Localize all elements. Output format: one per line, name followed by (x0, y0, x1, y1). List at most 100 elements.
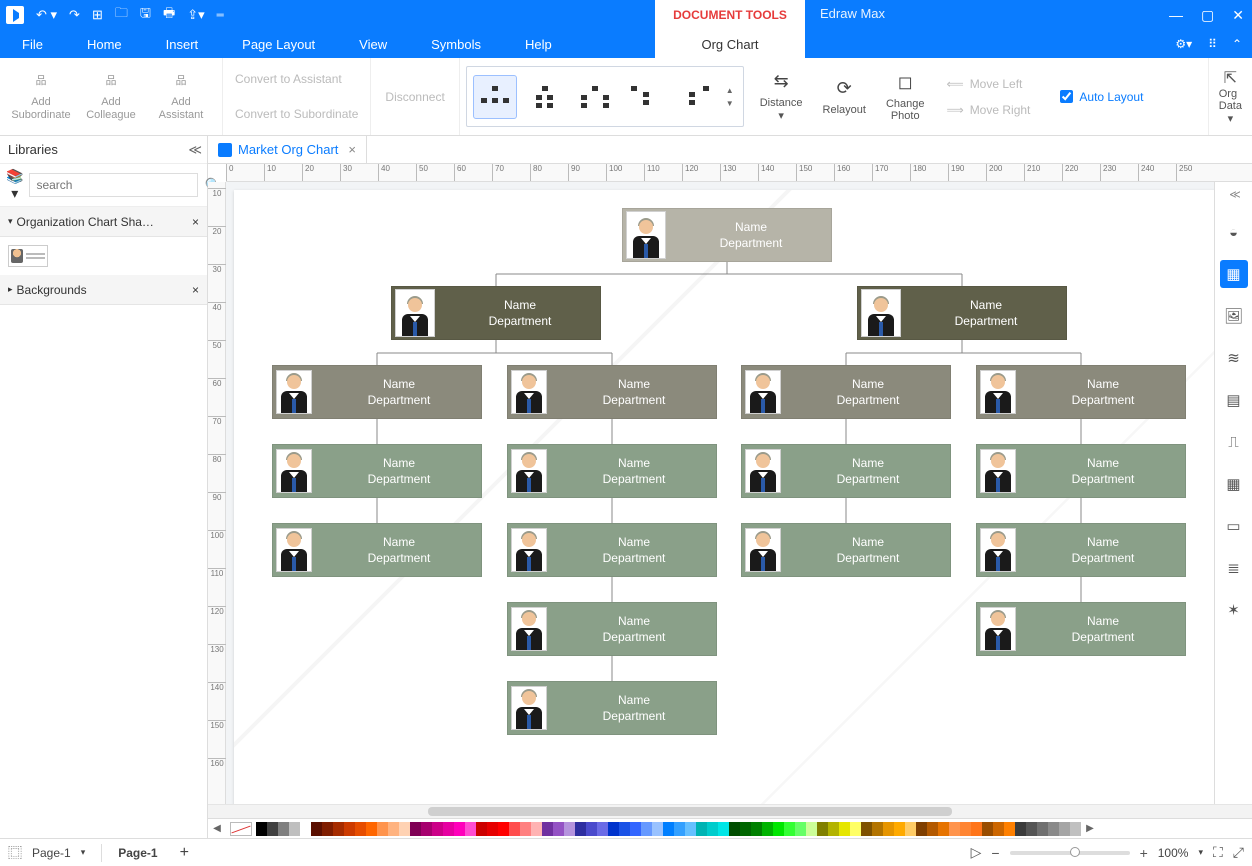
color-swatch[interactable] (520, 822, 531, 836)
chart-panel-icon[interactable]: ⎍ (1220, 428, 1248, 456)
color-swatch[interactable] (872, 822, 883, 836)
open-icon[interactable]: 🗀 (115, 4, 128, 26)
color-swatch[interactable] (267, 822, 278, 836)
lib-section-org-shapes[interactable]: ▾Organization Chart Sha… × (0, 207, 207, 237)
color-swatch[interactable] (707, 822, 718, 836)
color-swatch[interactable] (828, 822, 839, 836)
org-shape-card[interactable] (8, 245, 48, 267)
canvas[interactable]: NameDepartment NameDepartment NameDepartme… (226, 182, 1214, 804)
color-swatch[interactable] (1048, 822, 1059, 836)
scrollbar-thumb[interactable] (428, 807, 952, 816)
color-swatch[interactable] (531, 822, 542, 836)
context-tab-org-chart[interactable]: Org Chart (655, 30, 805, 58)
theme-panel-icon[interactable]: ▦ (1220, 260, 1248, 288)
color-swatch[interactable] (718, 822, 729, 836)
color-swatch[interactable] (740, 822, 751, 836)
org-node[interactable]: NameDepartment (272, 444, 482, 498)
color-swatch[interactable] (608, 822, 619, 836)
color-swatch[interactable] (751, 822, 762, 836)
color-swatch[interactable] (993, 822, 1004, 836)
menu-view[interactable]: View (337, 37, 409, 52)
color-swatch[interactable] (982, 822, 993, 836)
fill-panel-icon[interactable]: ◒ (1220, 218, 1248, 246)
close-tab-icon[interactable]: × (348, 142, 356, 157)
gallery-scroll[interactable]: ▲▼ (723, 86, 737, 108)
add-subordinate-button[interactable]: 品Add Subordinate (6, 72, 76, 122)
align-panel-icon[interactable]: ≣ (1220, 554, 1248, 582)
undo-icon[interactable]: ↶ ▾ (36, 7, 57, 23)
colorbar-scroll-left[interactable]: ◀ (208, 823, 226, 834)
color-swatch[interactable] (509, 822, 520, 836)
layout-option-5[interactable] (673, 75, 717, 119)
color-swatch[interactable] (278, 822, 289, 836)
layers-panel-icon[interactable]: ≋ (1220, 344, 1248, 372)
expand-sidebar-icon[interactable]: ≪ (1229, 188, 1238, 204)
status-page-list[interactable]: Page-1 (32, 846, 71, 860)
color-swatch[interactable] (674, 822, 685, 836)
color-swatch[interactable] (619, 822, 630, 836)
menu-page-layout[interactable]: Page Layout (220, 37, 337, 52)
close-button[interactable]: ✕ (1232, 7, 1244, 24)
layout-option-1[interactable] (473, 75, 517, 119)
color-swatch[interactable] (586, 822, 597, 836)
org-node[interactable]: NameDepartment (976, 523, 1186, 577)
library-menu-icon[interactable]: 📚▾ (6, 168, 23, 202)
color-swatch[interactable] (597, 822, 608, 836)
menu-insert[interactable]: Insert (144, 37, 221, 52)
maximize-button[interactable]: ▢ (1201, 7, 1214, 24)
color-swatch[interactable] (564, 822, 575, 836)
image-panel-icon[interactable]: 🖼 (1220, 302, 1248, 330)
redo-icon[interactable]: ↷ (69, 7, 80, 23)
move-right-button[interactable]: ⟹Move Right (946, 103, 1030, 117)
color-swatch[interactable] (454, 822, 465, 836)
document-tab-market[interactable]: Market Org Chart × (208, 136, 367, 164)
org-node[interactable]: NameDepartment (741, 365, 951, 419)
color-swatch[interactable] (729, 822, 740, 836)
color-swatch[interactable] (938, 822, 949, 836)
org-node[interactable]: NameDepartment (507, 681, 717, 735)
colorbar-scroll-right[interactable]: ▶ (1081, 823, 1099, 834)
org-node[interactable]: NameDepartment (741, 444, 951, 498)
color-swatch[interactable] (476, 822, 487, 836)
zoom-value[interactable]: 100% (1158, 846, 1189, 860)
color-swatch[interactable] (377, 822, 388, 836)
color-swatch[interactable] (949, 822, 960, 836)
color-swatch[interactable] (399, 822, 410, 836)
color-swatch[interactable] (850, 822, 861, 836)
org-node[interactable]: NameDepartment (976, 365, 1186, 419)
org-node[interactable]: NameDepartment (272, 523, 482, 577)
add-page-button[interactable]: + (180, 844, 189, 862)
color-swatch[interactable] (1015, 822, 1026, 836)
color-swatch[interactable] (366, 822, 377, 836)
org-node[interactable]: NameDepartment (507, 523, 717, 577)
close-lib-section-icon[interactable]: × (192, 283, 199, 297)
color-swatch[interactable] (916, 822, 927, 836)
color-swatch[interactable] (300, 822, 311, 836)
auto-layout-check[interactable] (1060, 90, 1073, 103)
color-swatch[interactable] (652, 822, 663, 836)
org-node[interactable]: NameDepartment (976, 602, 1186, 656)
color-swatch[interactable] (498, 822, 509, 836)
color-swatch[interactable] (465, 822, 476, 836)
page[interactable]: NameDepartment NameDepartment NameDepartme… (234, 190, 1214, 804)
color-swatch[interactable] (905, 822, 916, 836)
color-swatch[interactable] (333, 822, 344, 836)
apps-icon[interactable]: ⠿ (1208, 37, 1216, 51)
export-icon[interactable]: ⇪▾ (187, 7, 204, 23)
layout-option-2[interactable] (523, 75, 567, 119)
color-swatch[interactable] (663, 822, 674, 836)
print-icon[interactable]: 🖶 (163, 4, 175, 26)
color-swatch[interactable] (355, 822, 366, 836)
org-data-button[interactable]: ⇱Org Data▾ (1208, 58, 1252, 135)
color-swatch[interactable] (883, 822, 894, 836)
color-swatch[interactable] (696, 822, 707, 836)
convert-subordinate-button[interactable]: Convert to Subordinate (235, 107, 358, 121)
org-node[interactable]: NameDepartment (507, 444, 717, 498)
menu-file[interactable]: File (0, 37, 65, 52)
page-props-icon[interactable]: ▤ (1220, 386, 1248, 414)
color-swatch[interactable] (542, 822, 553, 836)
collapse-libraries-icon[interactable]: ≪ (188, 142, 199, 158)
color-swatch[interactable] (971, 822, 982, 836)
org-node[interactable]: NameDepartment (507, 602, 717, 656)
disconnect-button[interactable]: Disconnect (371, 58, 459, 135)
